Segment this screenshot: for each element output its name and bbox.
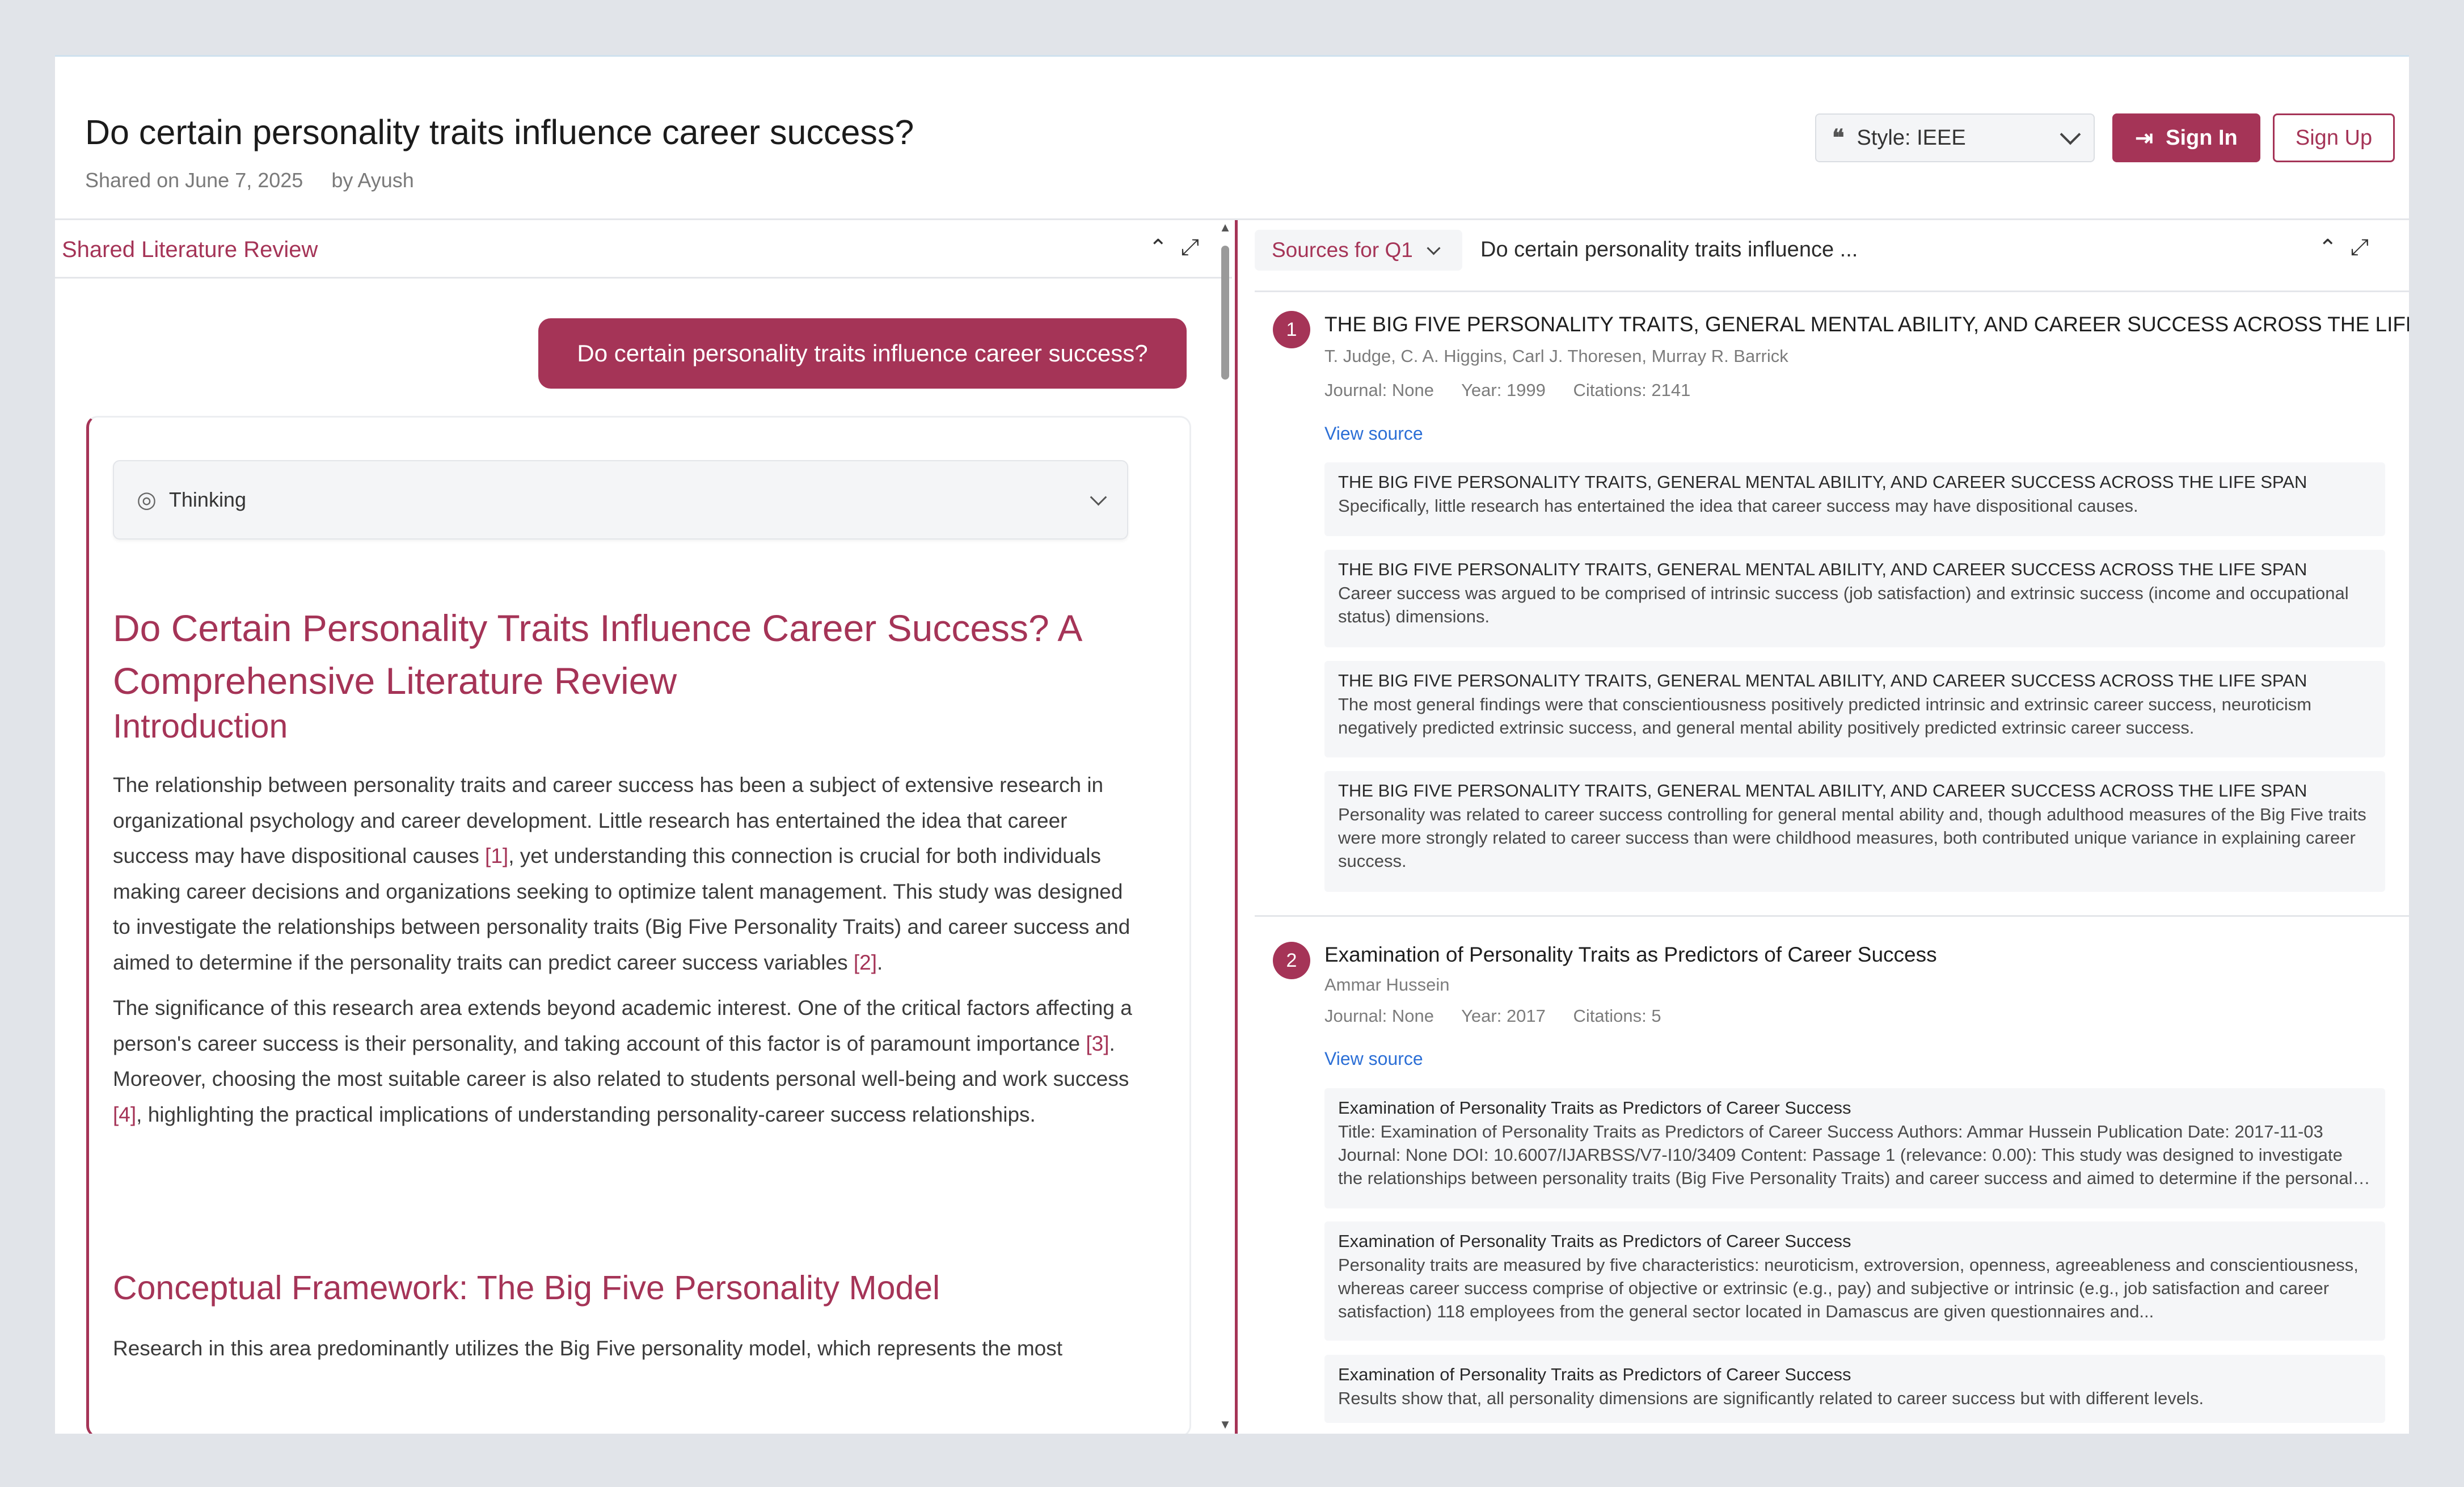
- divider: [1255, 915, 2409, 917]
- source-excerpt: Examination of Personality Traits as Pre…: [1324, 1088, 2385, 1208]
- excerpt-title: THE BIG FIVE PERSONALITY TRAITS, GENERAL…: [1338, 559, 2307, 579]
- share-meta: Shared on June 7, 2025 by Ayush: [85, 169, 437, 192]
- source-excerpt: THE BIG FIVE PERSONALITY TRAITS, GENERAL…: [1324, 550, 2385, 647]
- source-year: Year: 1999: [1461, 380, 1546, 400]
- excerpt-title: Examination of Personality Traits as Pre…: [1338, 1364, 1851, 1384]
- framework-paragraph-1: Research in this area predominantly util…: [113, 1337, 1063, 1360]
- expand-icon[interactable]: ⤢: [1181, 235, 1199, 260]
- source-authors: T. Judge, C. A. Higgins, Carl J. Thorese…: [1324, 346, 1788, 366]
- excerpt-text: Personality was related to career succes…: [1338, 804, 2366, 871]
- thinking-label: Thinking: [168, 488, 246, 511]
- excerpt-title: THE BIG FIVE PERSONALITY TRAITS, GENERAL…: [1338, 671, 2307, 690]
- excerpt-text: Personality traits are measured by five …: [1338, 1255, 2358, 1321]
- chevron-down-icon: [1090, 488, 1107, 506]
- sources-query-text: Do certain personality traits influence …: [1480, 238, 1858, 262]
- view-source-link[interactable]: View source: [1324, 423, 1423, 444]
- excerpt-text: Career success was argued to be comprise…: [1338, 583, 2349, 626]
- excerpt-text: The most general findings were that cons…: [1338, 694, 2312, 738]
- source-item: 2 Examination of Personality Traits as P…: [1255, 918, 2392, 1434]
- paragraph-text: , highlighting the practical implication…: [136, 1102, 1036, 1126]
- scroll-thumb[interactable]: [1221, 246, 1229, 380]
- sign-in-button[interactable]: ⇥ Sign In: [2112, 113, 2260, 162]
- review-title: Do Certain Personality Traits Influence …: [113, 607, 1081, 702]
- page-title: Do certain personality traits influence …: [85, 113, 914, 151]
- thinking-toggle[interactable]: ◎ Thinking: [113, 460, 1128, 540]
- sign-up-button[interactable]: Sign Up: [2273, 113, 2395, 162]
- source-meta: Journal: None Year: 2017 Citations: 5: [1324, 1006, 1684, 1026]
- source-year: Year: 2017: [1461, 1006, 1546, 1026]
- left-panel-header: Shared Literature Review ⌃ ⤢: [55, 220, 1232, 279]
- source-number: 2: [1273, 942, 1310, 979]
- citation-style-value: Style: IEEE: [1857, 125, 1966, 150]
- source-number: 1: [1273, 311, 1310, 348]
- source-excerpt: Examination of Personality Traits as Pre…: [1324, 1355, 2385, 1423]
- source-title[interactable]: Examination of Personality Traits as Pre…: [1324, 943, 1937, 967]
- shared-date: Shared on June 7, 2025: [85, 169, 303, 192]
- source-item: 1 THE BIG FIVE PERSONALITY TRAITS, GENER…: [1255, 291, 2409, 915]
- source-citations: Citations: 2141: [1573, 380, 1691, 400]
- sources-tab-label: Sources for Q1: [1272, 238, 1413, 262]
- sources-question-select[interactable]: Sources for Q1: [1255, 230, 1462, 271]
- paragraph-text: The significance of this research area e…: [113, 996, 1132, 1055]
- sources-header: Sources for Q1 Do certain personality tr…: [1238, 220, 2409, 277]
- answer-card: ◎ Thinking Do Certain Personality Traits…: [86, 416, 1191, 1434]
- source-excerpt: THE BIG FIVE PERSONALITY TRAITS, GENERAL…: [1324, 771, 2385, 892]
- source-journal: Journal: None: [1324, 380, 1434, 400]
- collapse-icon[interactable]: ⌃: [1149, 235, 1168, 261]
- scroll-up-arrow[interactable]: ▲: [1219, 220, 1231, 235]
- chevron-down-icon: [2060, 124, 2081, 145]
- shared-author: by Ayush: [331, 169, 414, 192]
- excerpt-title: Examination of Personality Traits as Pre…: [1338, 1231, 1851, 1251]
- citation-style-select[interactable]: ❝ Style: IEEE: [1815, 113, 2095, 162]
- brain-icon: ◎: [137, 487, 157, 512]
- literature-review-panel: Shared Literature Review ⌃ ⤢ Do certain …: [55, 220, 1232, 1434]
- panel-title: Shared Literature Review: [62, 237, 318, 262]
- source-excerpt: Examination of Personality Traits as Pre…: [1324, 1221, 2385, 1341]
- excerpt-title: Examination of Personality Traits as Pre…: [1338, 1098, 1851, 1118]
- paragraph-text: .: [877, 950, 883, 974]
- citation-link[interactable]: [2]: [854, 951, 877, 974]
- source-title[interactable]: THE BIG FIVE PERSONALITY TRAITS, GENERAL…: [1324, 313, 2409, 336]
- expand-icon[interactable]: ⤢: [2351, 235, 2369, 260]
- sign-in-label: Sign In: [2166, 125, 2238, 150]
- excerpt-text: Results show that, all personality dimen…: [1338, 1388, 2204, 1408]
- scrollbar[interactable]: ▲ ▼: [1219, 220, 1231, 1434]
- login-icon: ⇥: [2135, 126, 2154, 150]
- excerpt-text: Specifically, little research has entert…: [1338, 496, 2138, 516]
- app-window: Do certain personality traits influence …: [55, 55, 2409, 1434]
- citation-link[interactable]: [4]: [113, 1103, 136, 1126]
- citation-link[interactable]: [3]: [1086, 1032, 1109, 1055]
- source-excerpt: THE BIG FIVE PERSONALITY TRAITS, GENERAL…: [1324, 462, 2385, 536]
- source-meta: Journal: None Year: 1999 Citations: 2141: [1324, 380, 1713, 401]
- source-excerpt: THE BIG FIVE PERSONALITY TRAITS, GENERAL…: [1324, 661, 2385, 757]
- chevron-down-icon: [1427, 241, 1441, 255]
- source-citations: Citations: 5: [1573, 1006, 1661, 1026]
- user-query-bubble: Do certain personality traits influence …: [538, 318, 1187, 389]
- citation-link[interactable]: [1]: [485, 844, 508, 867]
- excerpt-title: THE BIG FIVE PERSONALITY TRAITS, GENERAL…: [1338, 781, 2307, 801]
- quote-icon: ❝: [1832, 125, 1845, 150]
- section-heading-framework: Conceptual Framework: The Big Five Perso…: [113, 1269, 940, 1307]
- excerpt-title: THE BIG FIVE PERSONALITY TRAITS, GENERAL…: [1338, 472, 2307, 492]
- intro-paragraph-1: The relationship between personality tra…: [113, 768, 1145, 980]
- excerpt-text: Title: Examination of Personality Traits…: [1338, 1122, 2370, 1188]
- sources-panel: Sources for Q1 Do certain personality tr…: [1238, 220, 2409, 1434]
- source-authors: Ammar Hussein: [1324, 975, 1450, 995]
- collapse-icon[interactable]: ⌃: [2318, 235, 2338, 261]
- scroll-down-arrow[interactable]: ▼: [1219, 1417, 1231, 1432]
- view-source-link[interactable]: View source: [1324, 1048, 1423, 1069]
- section-heading-introduction: Introduction: [113, 707, 288, 745]
- source-journal: Journal: None: [1324, 1006, 1434, 1026]
- intro-paragraph-2: The significance of this research area e…: [113, 991, 1145, 1132]
